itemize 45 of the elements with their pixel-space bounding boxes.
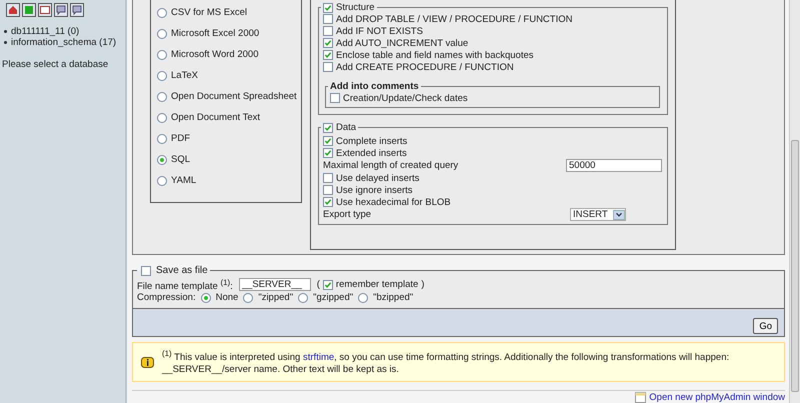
option-label: "gzipped" [313,292,354,304]
format-label: SQL [171,154,190,165]
option-label: Extended inserts [336,148,407,158]
group-title: Save as file [156,265,208,276]
go-button[interactable]: Go [753,318,778,334]
format-label: PDF [171,133,190,144]
option-label: Use ignore inserts [336,184,413,196]
notice-text: $^{(1)}$ This value is interpreted using strftime, so you can use time formatting strings. Additionally the following transformations will happen: __SERVER__/server name. Other text will be kept as is. [162,348,730,376]
field-label: Compression: [137,292,196,304]
format-label: YAML [171,175,196,186]
option-label: Maximal length of created query [323,160,458,171]
database-link[interactable]: db111111_11 (0) [11,26,80,37]
format-label: CSV for MS Excel [171,7,248,18]
sidebar-message: Please select a database [2,59,110,70]
format-label: Open Document Spreadsheet [171,91,297,102]
option-label: Export type [323,209,372,220]
select-field[interactable]: INSERT [570,208,626,221]
option-label: remember template [336,279,418,290]
option-label: Enclose table and field names with backquotes [336,50,534,60]
group-title: Data [336,122,356,133]
option-label: Add IF NOT EXISTS [336,26,423,36]
option-label: Use delayed inserts [336,172,420,184]
option-label: Add AUTO_INCREMENT value [336,38,468,48]
option-label: None [216,292,238,304]
paren: ( [316,279,320,290]
option-label: "bzipped" [373,292,414,304]
group-title: Add into comments [330,81,419,92]
option-label: Complete inserts [336,136,408,146]
option-label: Use hexadecimal for BLOB [336,196,451,208]
input-field[interactable]: __SERVER__ [238,278,311,292]
strftime-link[interactable]: strftime [303,352,334,364]
database-link[interactable]: information_schema (17) [11,37,116,48]
input-field[interactable]: 50000 [566,159,662,172]
field-label: File name template $^{(1)}$: [137,278,233,292]
format-label: Open Document Text [171,112,260,123]
option-label: Add CREATE PROCEDURE / FUNCTION [336,62,514,72]
group-title: Structure [336,2,375,13]
format-label: Microsoft Word 2000 [171,49,258,60]
option-label: "zipped" [258,292,294,304]
format-label: LaTeX [171,70,198,81]
option-label: Add DROP TABLE / VIEW / PROCEDURE / FUNCTION [336,14,572,24]
paren: ) [421,279,424,290]
new-window-link[interactable]: Open new phpMyAdmin window [649,392,785,403]
format-label: Microsoft Excel 2000 [171,28,260,39]
option-label: Creation/Update/Check dates [343,92,468,104]
